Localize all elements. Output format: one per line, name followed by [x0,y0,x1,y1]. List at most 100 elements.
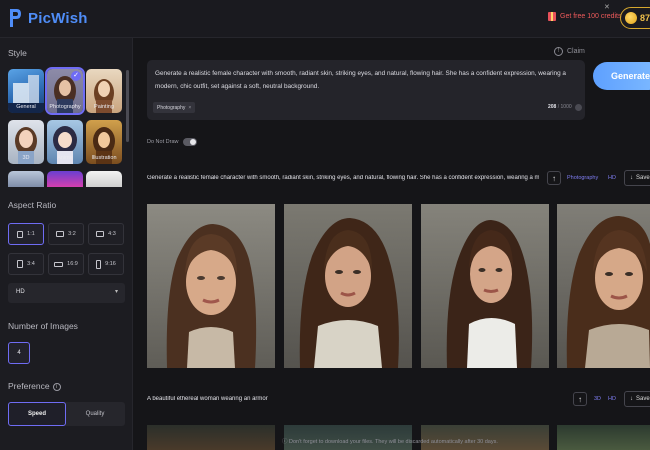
style-label: 3D [22,155,30,161]
style-label: General [16,104,36,110]
style-card-more[interactable] [8,171,44,187]
ratio-1-1-button[interactable]: 1:1 [8,223,44,245]
clear-icon[interactable] [575,104,582,111]
claim-link[interactable]: ! Claim [554,47,585,56]
style-label: Anime [57,155,73,161]
num-images-option[interactable]: 4 [8,342,30,364]
credits-count: 87 [640,13,650,23]
save-button[interactable]: ↓ Save [624,170,650,186]
style-label: Illustration [91,155,117,161]
result-prompt: Generate a realistic female character wi… [147,175,539,181]
notice-text: Don't forget to download your files. The… [289,439,498,445]
quality-value: HD [16,289,25,295]
save-label: Save [636,396,650,402]
ratio-9-16-button[interactable]: 9:16 [88,253,124,275]
ratio-wide-icon [54,261,64,267]
result-style-tag: 3D [594,396,602,402]
ratio-landscape-icon [96,231,105,237]
char-count: 208 [548,104,557,110]
ratio-label: 3:2 [68,231,76,237]
top-bar: PicWish Get free 100 credits ✕ 87 [0,0,650,38]
claim-label: Claim [567,48,585,55]
ratio-label: 3:4 [27,261,35,267]
aspect-ratio-title: Aspect Ratio [8,200,57,210]
style-card-photography[interactable]: ✓ Photography [45,67,85,115]
ratio-portrait-icon [17,260,24,268]
check-icon: ✓ [71,71,81,81]
prompt-input[interactable]: Generate a realistic female character wi… [147,60,585,120]
preference-label: Preference [8,381,50,391]
ratio-label: 4:3 [108,231,116,237]
result-quality-tag: HD [608,175,616,181]
generate-button[interactable]: Generate [593,62,650,90]
download-icon: ↓ [630,396,633,402]
promo-link[interactable]: Get free 100 credits [548,12,621,21]
style-label: Photography [49,104,81,110]
style-title: Style [8,48,27,58]
style-card-3d[interactable]: 3D [8,120,44,164]
style-chip[interactable]: Photography × [153,102,196,113]
result-image[interactable] [557,425,650,450]
result-image[interactable] [421,204,549,368]
promo-text: Get free 100 credits [560,13,622,20]
style-label: Painting [94,104,114,110]
do-not-draw-toggle[interactable] [183,138,198,146]
app-name: PicWish [28,9,88,27]
chip-label: Photography [157,104,186,111]
style-card-painting[interactable]: Painting [86,69,122,113]
ratio-label: 16:9 [67,261,78,267]
portrait-image [284,204,412,368]
credits-badge[interactable]: 87 [620,7,650,29]
result-image[interactable] [147,425,275,450]
coin-icon [625,12,637,24]
info-icon: ! [554,47,563,56]
result-image[interactable] [284,204,412,368]
style-card-illustration[interactable]: Illustration [86,120,122,164]
save-label: Save [636,175,650,181]
picwish-logo-icon [10,9,21,27]
ratio-3-2-button[interactable]: 3:2 [48,223,84,245]
style-card-more[interactable] [86,171,122,187]
ratio-3-4-button[interactable]: 3:4 [8,253,44,275]
logo[interactable]: PicWish [8,8,88,28]
result-image[interactable] [557,204,650,368]
info-icon[interactable]: i [52,383,61,391]
preference-title: Preference i [8,381,61,391]
gift-icon [548,12,556,21]
portrait-image [557,204,650,368]
close-icon[interactable]: ✕ [604,3,610,11]
num-images-title: Number of Images [8,321,78,331]
style-card-general[interactable]: General [8,69,44,113]
save-button[interactable]: ↓ Save [624,391,650,407]
ratio-tall-icon [96,259,102,269]
char-counter: 208 / 1000 [548,104,572,110]
style-card-more[interactable] [47,171,83,187]
result-quality-tag: HD [608,396,616,402]
preference-toggle: Speed Quality [8,402,125,426]
arrow-up-icon[interactable]: ↑ [573,392,587,406]
ratio-landscape-icon [56,231,65,237]
speed-option[interactable]: Speed [8,402,66,426]
ratio-16-9-button[interactable]: 16:9 [48,253,84,275]
quality-option[interactable]: Quality [66,402,124,426]
ratio-4-3-button[interactable]: 4:3 [88,223,124,245]
chevron-down-icon: ▾ [114,289,118,295]
prompt-text: Generate a realistic female character wi… [155,70,566,90]
quality-select[interactable]: HD ▾ [8,283,125,303]
info-icon: ⓘ [282,439,290,445]
download-icon: ↓ [630,175,633,181]
retention-notice: ⓘ Don't forget to download your files. T… [282,437,498,445]
arrow-up-icon[interactable]: ↑ [547,171,561,185]
ratio-label: 9:16 [105,261,116,267]
close-icon[interactable]: × [188,105,191,111]
ratio-label: 1:1 [27,231,35,237]
style-card-anime[interactable]: Anime [47,120,83,164]
sidebar-scrollbar[interactable] [126,70,129,142]
do-not-draw-label: Do Not Draw [147,139,179,145]
result-image[interactable] [147,204,275,368]
result-style-tag: Photography [567,175,599,181]
portrait-image [421,204,549,368]
ratio-square-icon [17,230,24,238]
result-prompt: A beautiful ethereal woman wearing an ar… [147,396,268,402]
char-max: / 1000 [557,104,572,110]
